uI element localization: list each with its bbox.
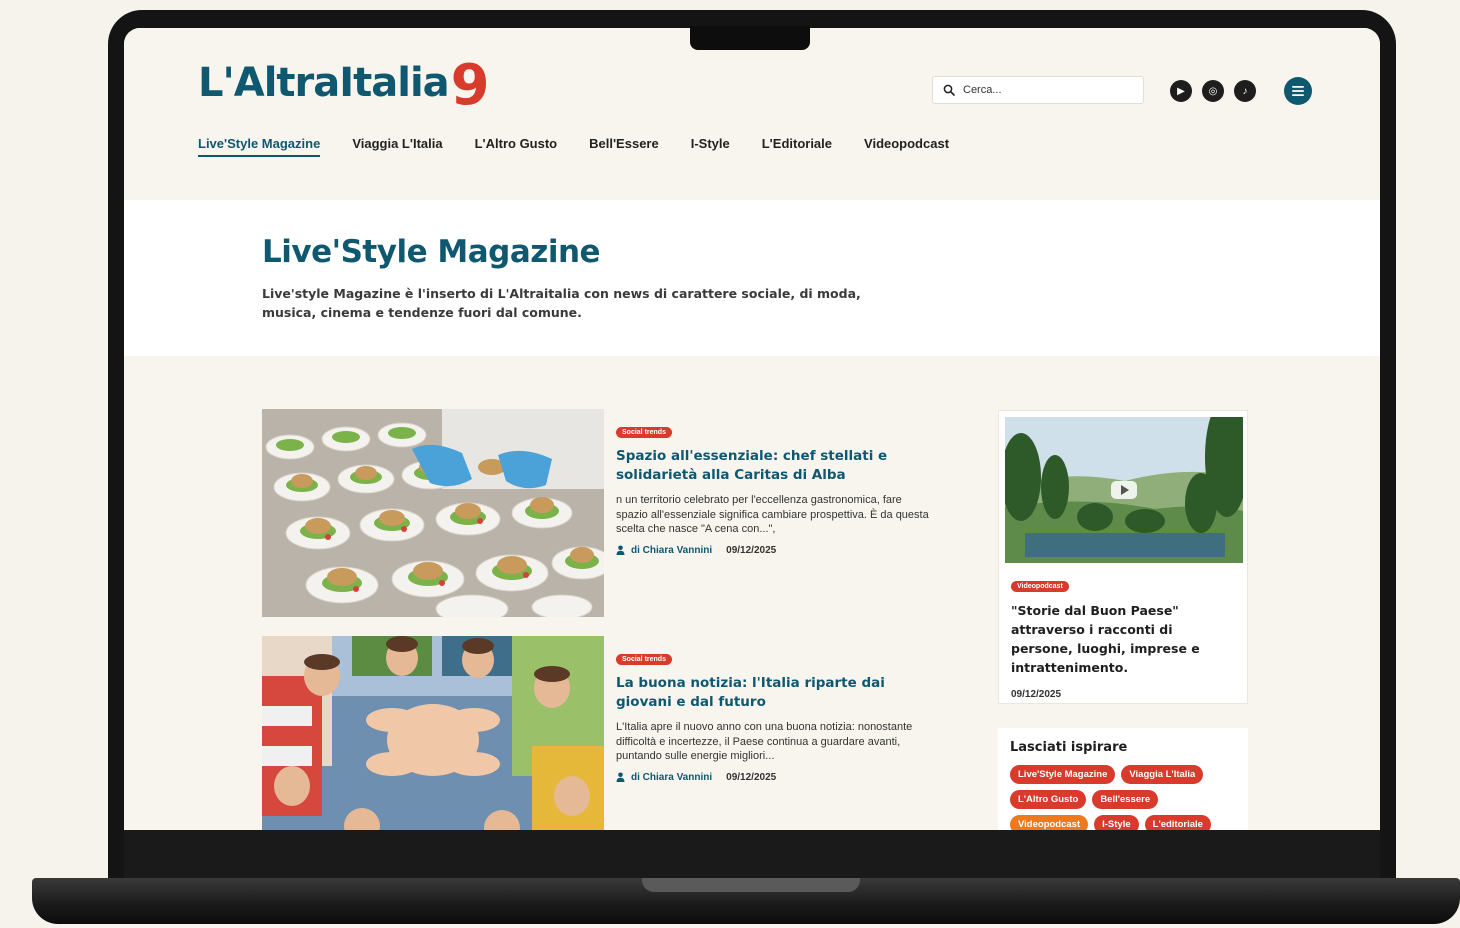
laptop-groove [642, 878, 860, 892]
tag-i-style[interactable]: I-Style [1094, 815, 1139, 830]
nav-item-laltro-gusto[interactable]: L'Altro Gusto [475, 136, 558, 157]
article-excerpt: L'Italia apre il nuovo anno con una buon… [616, 721, 913, 762]
site-header: L'AltraItalia9 ▶ ◎ ♪ Live'Style Magazine… [124, 28, 1380, 200]
search-icon [943, 84, 955, 96]
article-date: 09/12/2025 [726, 544, 777, 556]
tag-laltro-gusto[interactable]: L'Altro Gusto [1010, 790, 1087, 809]
hands-together-image [262, 636, 604, 830]
tag-viaggia-litalia[interactable]: Viaggia L'Italia [1121, 765, 1204, 784]
video-title[interactable]: "Storie dal Buon Paese" attraverso i rac… [1011, 601, 1237, 677]
tiktok-icon[interactable]: ♪ [1234, 80, 1256, 102]
page-description: Live'style Magazine è l'inserto di L'Alt… [262, 286, 861, 320]
page-title: Live'Style Magazine [262, 234, 601, 270]
nav-item-livestyle-magazine[interactable]: Live'Style Magazine [198, 136, 321, 157]
instagram-icon[interactable]: ◎ [1202, 80, 1224, 102]
tag-videopodcast[interactable]: Videopodcast [1010, 815, 1089, 830]
tags-card-title: Lasciati ispirare [1010, 740, 1128, 755]
landscape-image [1005, 417, 1243, 563]
category-badge[interactable]: Social trends [616, 654, 672, 665]
logo-mark: 9 [450, 53, 490, 118]
browser-screen: L'AltraItalia9 ▶ ◎ ♪ Live'Style Magazine… [124, 28, 1380, 830]
tag-list: Live'Style Magazine Viaggia L'Italia L'A… [1010, 765, 1236, 830]
category-badge[interactable]: Videopodcast [1011, 581, 1069, 592]
nav-item-bellessere[interactable]: Bell'Essere [589, 136, 659, 157]
article-byline: di Chiara Vannini 09/12/2025 [616, 772, 936, 783]
hamburger-menu-button[interactable] [1284, 77, 1312, 105]
tag-livestyle-magazine[interactable]: Live'Style Magazine [1010, 765, 1116, 784]
camera-notch [690, 26, 810, 50]
article-image[interactable] [262, 636, 604, 830]
nav-item-viaggia-litalia[interactable]: Viaggia L'Italia [352, 136, 442, 157]
nav-item-i-style[interactable]: I-Style [691, 136, 730, 157]
nav-item-videopodcast[interactable]: Videopodcast [864, 136, 949, 157]
article-image[interactable] [262, 409, 604, 617]
article-card: Social trends Spazio all'essenziale: che… [262, 409, 952, 617]
nav-item-leditoriale[interactable]: L'Editoriale [762, 136, 832, 157]
tag-bellessere[interactable]: Bell'essere [1092, 790, 1159, 809]
article-body: Social trends La buona notizia: l'Italia… [616, 648, 936, 783]
article-author[interactable]: di Chiara Vannini [631, 545, 712, 556]
video-thumbnail[interactable] [1005, 417, 1243, 563]
search-box[interactable] [932, 76, 1144, 104]
article-title[interactable]: La buona notizia: l'Italia riparte dai g… [616, 674, 936, 712]
category-hero: Live'Style Magazine Live'style Magazine … [124, 200, 1380, 356]
video-date: 09/12/2025 [1011, 689, 1062, 700]
article-title[interactable]: Spazio all'essenziale: chef stellati e s… [616, 447, 936, 485]
article-card: Social trends La buona notizia: l'Italia… [262, 636, 952, 830]
category-badge[interactable]: Social trends [616, 427, 672, 438]
main-nav: Live'Style Magazine Viaggia L'Italia L'A… [198, 136, 949, 157]
user-icon [616, 772, 625, 782]
youtube-icon[interactable]: ▶ [1170, 80, 1192, 102]
social-links: ▶ ◎ ♪ [1170, 80, 1256, 102]
tag-leditoriale[interactable]: L'editoriale [1144, 815, 1211, 830]
article-byline: di Chiara Vannini 09/12/2025 [616, 545, 936, 556]
videopodcast-card: Videopodcast "Storie dal Buon Paese" att… [998, 410, 1248, 704]
article-excerpt: n un territorio celebrato per l'eccellen… [616, 494, 929, 535]
search-input[interactable] [961, 83, 1135, 97]
site-logo[interactable]: L'AltraItalia9 [198, 58, 490, 114]
hamburger-icon [1292, 86, 1304, 96]
user-icon [616, 545, 625, 555]
article-date: 09/12/2025 [726, 771, 777, 783]
article-author[interactable]: di Chiara Vannini [631, 772, 712, 783]
laptop-chin [124, 830, 1380, 878]
inspire-tags-card: Lasciati ispirare Live'Style Magazine Vi… [998, 728, 1248, 830]
food-plates-image [262, 409, 604, 617]
video-card-body: Videopodcast "Storie dal Buon Paese" att… [1011, 575, 1237, 700]
article-body: Social trends Spazio all'essenziale: che… [616, 421, 936, 556]
